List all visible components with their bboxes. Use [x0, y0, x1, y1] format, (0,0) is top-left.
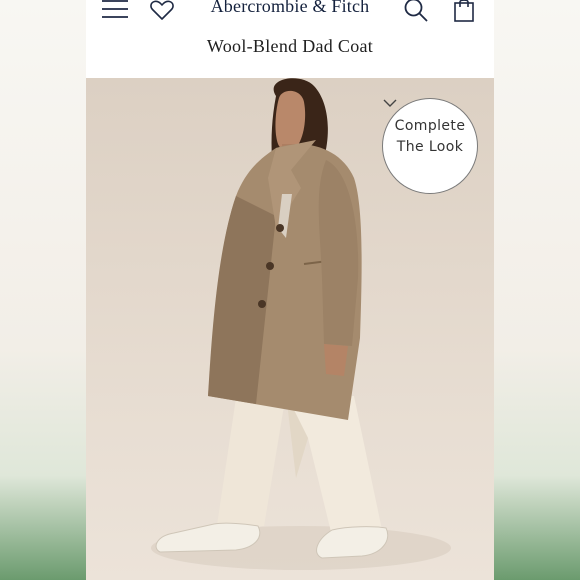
site-header: Abercrombie & Fitch Wool-Blend Dad Coat	[86, 0, 494, 78]
mobile-page: Abercrombie & Fitch Wool-Blend Dad Coat	[86, 0, 494, 580]
brand-logo[interactable]: Abercrombie & Fitch	[86, 0, 494, 17]
complete-the-look-line1: Complete	[394, 118, 466, 134]
blurred-background-left	[0, 0, 86, 580]
chevron-down-icon	[383, 99, 397, 107]
complete-the-look-button[interactable]: Complete The Look	[382, 98, 478, 194]
bag-icon[interactable]	[454, 0, 474, 22]
product-image[interactable]: Complete The Look	[86, 78, 494, 580]
complete-the-look-line2: The Look	[396, 139, 464, 155]
product-title: Wool-Blend Dad Coat	[206, 36, 374, 56]
blurred-background-right	[494, 0, 580, 580]
search-icon[interactable]	[404, 0, 428, 22]
